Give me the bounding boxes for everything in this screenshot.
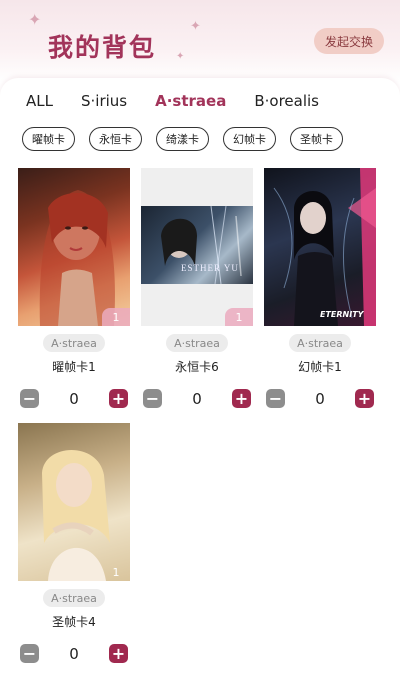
group-badge: A·straea (289, 334, 351, 352)
filter-chip[interactable]: 幻帧卡 (223, 127, 276, 151)
sparkle-icon: ✦ (176, 51, 185, 62)
quantity-value: 0 (69, 644, 79, 663)
card-image[interactable]: ETERNITY (264, 168, 376, 326)
group-tabs: ALL S·irius A·straea B·orealis (26, 92, 319, 110)
tab-borealis[interactable]: B·orealis (254, 92, 319, 110)
quantity-stepper: − 0 + (18, 389, 130, 408)
quantity-stepper: − 0 + (264, 389, 376, 408)
decrease-button[interactable]: − (20, 389, 39, 408)
increase-button[interactable]: + (108, 389, 128, 408)
filter-chip[interactable]: 绮漾卡 (156, 127, 209, 151)
card-image[interactable]: 1 (18, 423, 130, 581)
page-title: 我的背包 (48, 33, 157, 62)
card-count-badge: 1 (102, 308, 130, 326)
decrease-button[interactable]: − (20, 644, 39, 663)
card-photo: ESTHER YU (141, 206, 253, 284)
quantity-value: 0 (315, 389, 325, 408)
quantity-stepper: − 0 + (141, 389, 253, 408)
increase-button[interactable]: + (354, 389, 374, 408)
start-exchange-button[interactable]: 发起交换 (314, 28, 384, 54)
card-item[interactable]: ETERNITY A·straea 幻帧卡1 − 0 + (264, 168, 376, 408)
tab-all[interactable]: ALL (26, 92, 53, 110)
quantity-value: 0 (69, 389, 79, 408)
quantity-stepper: − 0 + (18, 644, 130, 663)
decrease-button[interactable]: − (266, 389, 285, 408)
card-name: 永恒卡6 (175, 360, 219, 374)
card-image[interactable]: 1 (18, 168, 130, 326)
group-badge: A·straea (43, 589, 105, 607)
group-badge: A·straea (166, 334, 228, 352)
card-name: 幻帧卡1 (298, 360, 342, 374)
card-type-filters: 曜帧卡 永恒卡 绮漾卡 幻帧卡 圣帧卡 (22, 127, 343, 151)
tab-astraea[interactable]: A·straea (155, 92, 226, 110)
filter-chip[interactable]: 圣帧卡 (290, 127, 343, 151)
quantity-value: 0 (192, 389, 202, 408)
increase-button[interactable]: + (108, 644, 128, 663)
card-name: 曜帧卡1 (52, 360, 96, 374)
filter-chip[interactable]: 曜帧卡 (22, 127, 75, 151)
card-image[interactable]: ESTHER YU 1 (141, 168, 253, 326)
sparkle-icon: ✦ (28, 10, 42, 29)
card-name: 圣帧卡4 (52, 615, 96, 629)
photo-caption: ESTHER YU (181, 263, 239, 273)
increase-button[interactable]: + (231, 389, 251, 408)
card-item[interactable]: 1 A·straea 曜帧卡1 − 0 + (18, 168, 130, 408)
filter-chip[interactable]: 永恒卡 (89, 127, 142, 151)
tab-sirius[interactable]: S·irius (81, 92, 127, 110)
card-item[interactable]: ESTHER YU 1 A·straea 永恒卡6 − 0 + (141, 168, 253, 408)
decrease-button[interactable]: − (143, 389, 162, 408)
sparkle-icon: ✦ (190, 19, 201, 34)
card-item[interactable]: 1 A·straea 圣帧卡4 − 0 + (18, 423, 130, 663)
photo-caption: ETERNITY (320, 310, 364, 319)
card-count-badge: 1 (225, 308, 253, 326)
card-count-badge: 1 (112, 565, 120, 579)
group-badge: A·straea (43, 334, 105, 352)
